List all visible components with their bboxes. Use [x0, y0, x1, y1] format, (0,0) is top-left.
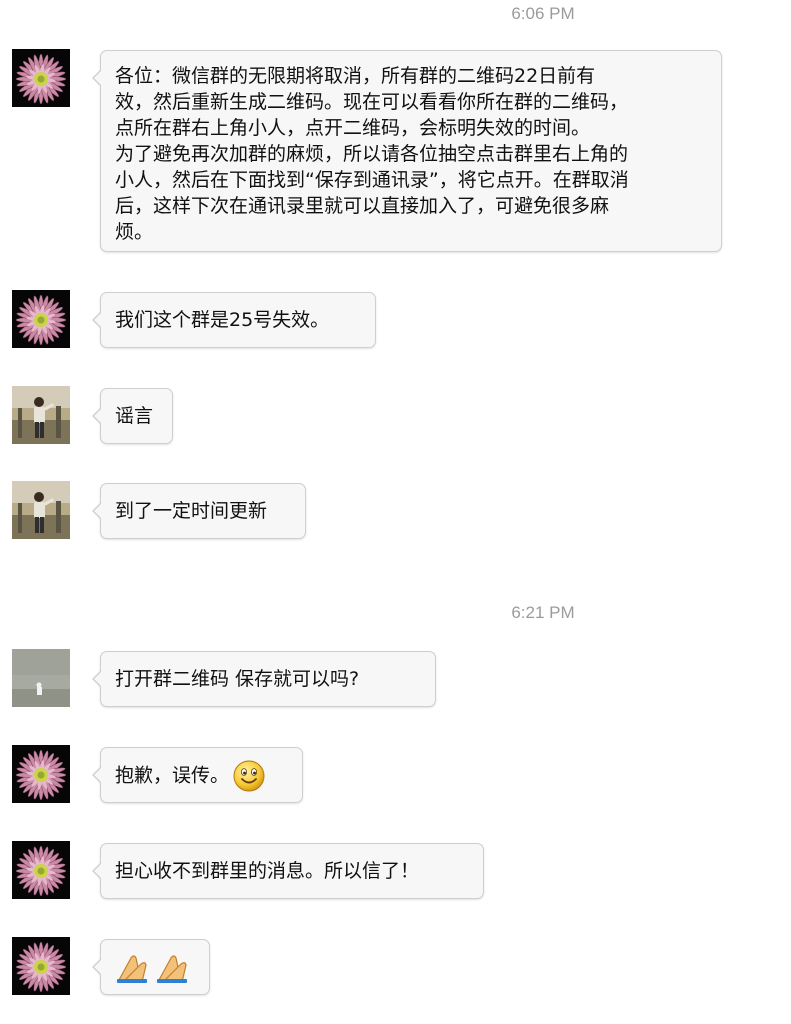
message-text: 打开群二维码 保存就可以吗? [115, 668, 360, 690]
message-text-line: 为了避免再次加群的麻烦，所以请各位抽空点击群里右上角的 [115, 143, 629, 165]
message-text-line: 小人，然后在下面找到“保存到通讯录”，将它点开。在群取消 [115, 169, 629, 191]
message-bubble[interactable]: 我们这个群是25号失效。 [92, 292, 376, 348]
message-bubble[interactable]: 打开群二维码 保存就可以吗? [92, 651, 436, 707]
timestamp: 6:06 PM [511, 4, 575, 23]
message-bubble[interactable]: 担心收不到群里的消息。所以信了！ [92, 843, 484, 899]
flower-avatar-icon [12, 290, 70, 348]
flower-avatar-icon [12, 937, 70, 995]
person-photo-avatar-icon [12, 481, 70, 539]
avatar[interactable] [12, 841, 70, 899]
avatar[interactable] [12, 745, 70, 803]
smiley-face-icon [233, 760, 265, 792]
avatar[interactable] [12, 937, 70, 995]
message-text-line: 后，这样下次在通讯录里就可以直接加入了，可避免很多麻 [115, 195, 610, 217]
message-bubble[interactable]: 抱歉，误传。 [92, 747, 303, 803]
avatar[interactable] [12, 49, 70, 107]
message-text: 抱歉，误传。 [115, 764, 230, 787]
avatar[interactable] [12, 649, 70, 707]
message-text: 谣言 [115, 405, 154, 427]
timestamp: 6:21 PM [511, 603, 575, 622]
message-text-line: 效，然后重新生成二维码。现在可以看看你所在群的二维码， [115, 91, 629, 113]
message-bubble[interactable]: 各位：微信群的无限期将取消，所有群的二维码22日前有 效，然后重新生成二维码。现… [92, 50, 722, 252]
flower-avatar-icon [12, 49, 70, 107]
person-photo-avatar-icon [12, 386, 70, 444]
message-text: 到了一定时间更新 [115, 500, 268, 522]
flower-avatar-icon [12, 841, 70, 899]
flower-avatar-icon [12, 745, 70, 803]
message-text-line: 点所在群右上角小人，点开二维码，会标明失效的时间。 [115, 117, 591, 139]
message-text-line: 各位：微信群的无限期将取消，所有群的二维码22日前有 [115, 65, 596, 87]
message-text: 我们这个群是25号失效。 [115, 309, 330, 331]
avatar[interactable] [12, 386, 70, 444]
message-bubble[interactable] [92, 939, 210, 995]
message-bubble[interactable]: 谣言 [92, 388, 173, 444]
message-text: 担心收不到群里的消息。所以信了！ [115, 860, 420, 882]
avatar[interactable] [12, 290, 70, 348]
message-text-line: 烦。 [115, 221, 154, 243]
avatar[interactable] [12, 481, 70, 539]
pray-hands-icon [117, 955, 187, 983]
message-bubble[interactable]: 到了一定时间更新 [92, 483, 306, 539]
scenery-avatar-icon [12, 649, 70, 707]
